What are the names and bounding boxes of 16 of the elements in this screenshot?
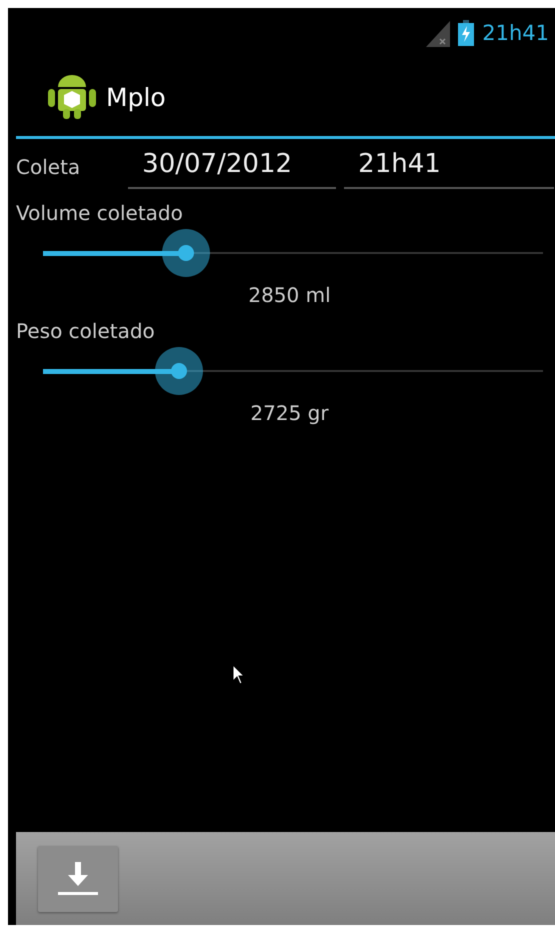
time-field[interactable]: 21h41 bbox=[344, 139, 554, 189]
slider-thumb[interactable] bbox=[162, 229, 210, 277]
collection-label: Coleta bbox=[16, 155, 80, 181]
date-field[interactable]: 30/07/2012 bbox=[128, 139, 336, 189]
status-time: 21h41 bbox=[482, 21, 549, 45]
download-icon bbox=[58, 862, 98, 896]
battery-icon bbox=[458, 20, 474, 46]
download-button[interactable] bbox=[38, 846, 118, 912]
mouse-cursor-icon bbox=[232, 664, 246, 686]
slider-label: Peso coletado bbox=[16, 319, 156, 343]
slider-thumb[interactable] bbox=[155, 347, 203, 395]
slider-reading: 2725 gr bbox=[250, 401, 329, 425]
slider-reading: 2850 ml bbox=[248, 283, 331, 307]
android-robot-icon bbox=[48, 75, 96, 119]
slider-label: Volume coletado bbox=[16, 201, 184, 225]
app-title: Mplo bbox=[106, 82, 166, 112]
